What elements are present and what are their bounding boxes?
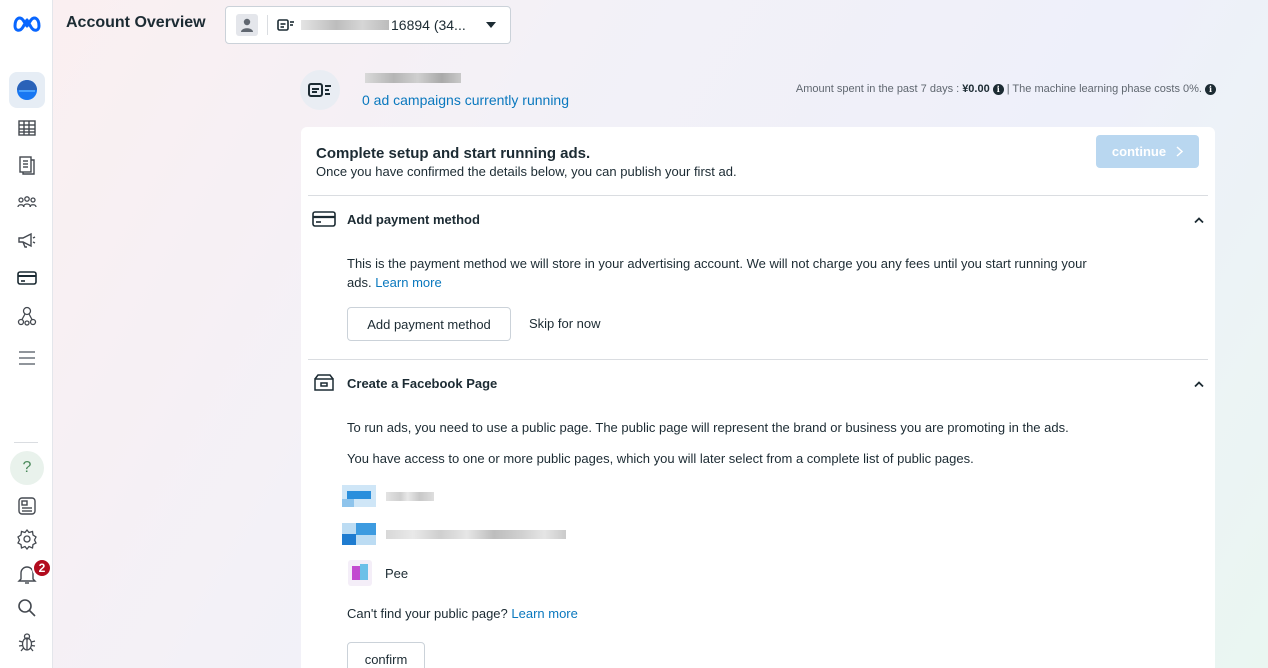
- notification-badge: 2: [32, 558, 52, 578]
- continue-button[interactable]: continue: [1096, 135, 1199, 168]
- ad-account-icon: [308, 83, 331, 97]
- facebook-page-icon: [314, 374, 334, 391]
- spend-summary: Amount spent in the past 7 days : ¥0.00 …: [796, 83, 1216, 95]
- person-icon: [241, 18, 253, 32]
- search-button[interactable]: [9, 590, 45, 626]
- setup-title: Complete setup and start running ads.: [316, 145, 591, 162]
- setup-card: Complete setup and start running ads. On…: [301, 127, 1215, 668]
- redacted-account-name: [301, 20, 389, 30]
- account-id-text: 16894 (34...: [391, 17, 466, 33]
- account-selector-dropdown[interactable]: 16894 (34...: [225, 6, 511, 44]
- redacted-page-name: [386, 491, 434, 501]
- redacted-account-name: [365, 73, 461, 83]
- caret-down-icon: [486, 22, 496, 28]
- divider: [308, 195, 1208, 196]
- skip-for-now-button[interactable]: Skip for now: [529, 316, 601, 331]
- sidebar-item-audiences[interactable]: [9, 185, 45, 221]
- report-bug-button[interactable]: [9, 624, 45, 660]
- menu-icon: [19, 351, 35, 365]
- chevron-up-icon[interactable]: [1193, 380, 1205, 388]
- sidebar-item-reports[interactable]: [9, 147, 45, 183]
- redacted-page-name: [386, 529, 566, 539]
- list-item[interactable]: [342, 481, 434, 511]
- facebook-page-description-2: You have access to one or more public pa…: [347, 451, 974, 466]
- sidebar-item-ads[interactable]: [9, 222, 45, 258]
- page-avatar: [342, 523, 376, 545]
- info-icon[interactable]: i: [992, 83, 1004, 95]
- business-network-icon: [17, 306, 37, 326]
- sidebar-item-all-tools[interactable]: [9, 340, 45, 376]
- rail-divider: [14, 442, 38, 443]
- left-navigation-rail: ? 2: [0, 0, 53, 668]
- ad-account-icon: [277, 19, 294, 31]
- page-avatar: [342, 558, 376, 588]
- avatar: [236, 14, 258, 36]
- payment-section-title: Add payment method: [347, 212, 480, 227]
- campaigns-running-link[interactable]: 0 ad campaigns currently running: [362, 92, 569, 108]
- audiences-icon: [17, 196, 37, 208]
- facebook-page-description-1: To run ads, you need to use a public pag…: [347, 420, 1069, 435]
- sidebar-item-billing[interactable]: [9, 260, 45, 296]
- settings-button[interactable]: [9, 521, 45, 557]
- news-icon: [18, 497, 36, 515]
- sidebar-item-campaigns[interactable]: [9, 110, 45, 146]
- add-payment-method-button[interactable]: Add payment method: [347, 307, 511, 341]
- ml-phase-text: | The machine learning phase costs 0%.: [1006, 83, 1202, 95]
- list-item[interactable]: [342, 519, 566, 549]
- confirm-button[interactable]: confirm: [347, 642, 425, 668]
- search-icon: [18, 599, 36, 617]
- account-summary-icon-badge: [300, 70, 340, 110]
- meta-logo-icon[interactable]: [12, 12, 42, 34]
- chevron-up-icon[interactable]: [1193, 216, 1205, 224]
- list-item[interactable]: Pee: [342, 558, 408, 588]
- payment-description-block: This is the payment method we will store…: [347, 254, 1107, 292]
- cant-find-page-text: Can't find your public page? Learn more: [347, 604, 578, 623]
- continue-label: continue: [1111, 144, 1167, 159]
- page-title: Account Overview: [66, 14, 206, 31]
- reports-icon: [19, 156, 35, 175]
- sidebar-item-news[interactable]: [9, 488, 45, 524]
- help-icon: ?: [22, 459, 32, 476]
- help-button[interactable]: ?: [10, 451, 44, 485]
- payment-description: This is the payment method we will store…: [347, 256, 1087, 290]
- bug-icon: [18, 633, 36, 652]
- sidebar-item-business-suite[interactable]: [9, 298, 45, 334]
- sidebar-item-account-overview[interactable]: [9, 72, 45, 108]
- chevron-right-icon: [1176, 146, 1184, 157]
- cant-find-label: Can't find your public page?: [347, 606, 508, 621]
- setup-subtitle: Once you have confirmed the details belo…: [316, 164, 737, 179]
- billing-card-icon: [17, 271, 37, 285]
- spent-value: ¥0.00: [962, 83, 990, 95]
- facebook-page-learn-more-link[interactable]: Learn more: [511, 606, 577, 621]
- page-name: Pee: [385, 565, 409, 581]
- page-avatar: [342, 485, 376, 507]
- payment-learn-more-link[interactable]: Learn more: [375, 275, 441, 290]
- table-icon: [18, 120, 36, 136]
- credit-card-icon: [312, 211, 336, 227]
- info-icon[interactable]: i: [1205, 83, 1216, 95]
- megaphone-icon: [18, 232, 36, 248]
- facebook-page-section-title: Create a Facebook Page: [347, 376, 498, 391]
- account-overview-icon: [17, 80, 37, 100]
- settings-icon: [17, 528, 37, 550]
- spent-label: Amount spent in the past 7 days :: [795, 83, 960, 95]
- divider: [308, 359, 1208, 360]
